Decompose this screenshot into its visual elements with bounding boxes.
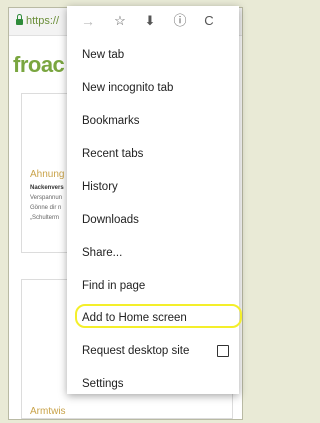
browser-overflow-menu: → ☆ ⬇ ⓘ C New tab New incognito tab Book… (67, 6, 239, 394)
menu-item-label: Share... (82, 247, 123, 259)
article-title[interactable]: Armtwis (30, 406, 66, 417)
menu-item-bookmarks[interactable]: Bookmarks (67, 108, 239, 136)
star-icon[interactable]: ☆ (111, 12, 129, 30)
article-title[interactable]: Ahnung (30, 169, 64, 180)
url-text[interactable]: https:// (26, 15, 59, 27)
desktop-site-checkbox[interactable] (217, 345, 229, 357)
menu-item-request-desktop-site[interactable]: Request desktop site (67, 338, 239, 366)
lock-icon (16, 14, 23, 25)
reload-icon[interactable]: C (200, 12, 218, 30)
menu-item-recent-tabs[interactable]: Recent tabs (67, 141, 239, 169)
menu-item-new-tab[interactable]: New tab (67, 42, 239, 70)
menu-item-label: Settings (82, 378, 124, 390)
info-icon[interactable]: ⓘ (171, 12, 189, 30)
menu-item-settings[interactable]: Settings (67, 371, 239, 399)
menu-item-label: Recent tabs (82, 148, 144, 160)
menu-item-label: Downloads (82, 214, 139, 226)
download-icon[interactable]: ⬇ (141, 12, 159, 30)
menu-item-label: Find in page (82, 280, 146, 292)
article-line: Gönne dir n (30, 205, 62, 211)
menu-item-new-incognito-tab[interactable]: New incognito tab (67, 75, 239, 103)
menu-item-share[interactable]: Share... (67, 240, 239, 268)
forward-icon[interactable]: → (79, 12, 97, 30)
article-line: Nackenvers (30, 185, 64, 191)
menu-item-label: Bookmarks (82, 115, 140, 127)
menu-item-downloads[interactable]: Downloads (67, 207, 239, 235)
menu-item-label: Request desktop site (82, 345, 190, 357)
article-line: Verspannun (30, 195, 63, 201)
highlight-annotation (75, 304, 242, 328)
site-logo: froac (13, 52, 65, 77)
menu-item-find-in-page[interactable]: Find in page (67, 273, 239, 301)
menu-item-label: New tab (82, 49, 125, 61)
menu-toolbar: → ☆ ⬇ ⓘ C (67, 6, 239, 36)
menu-item-label: New incognito tab (82, 82, 174, 94)
menu-item-history[interactable]: History (67, 174, 239, 202)
article-line: „Schulterm (30, 215, 60, 221)
menu-item-label: History (82, 181, 118, 193)
